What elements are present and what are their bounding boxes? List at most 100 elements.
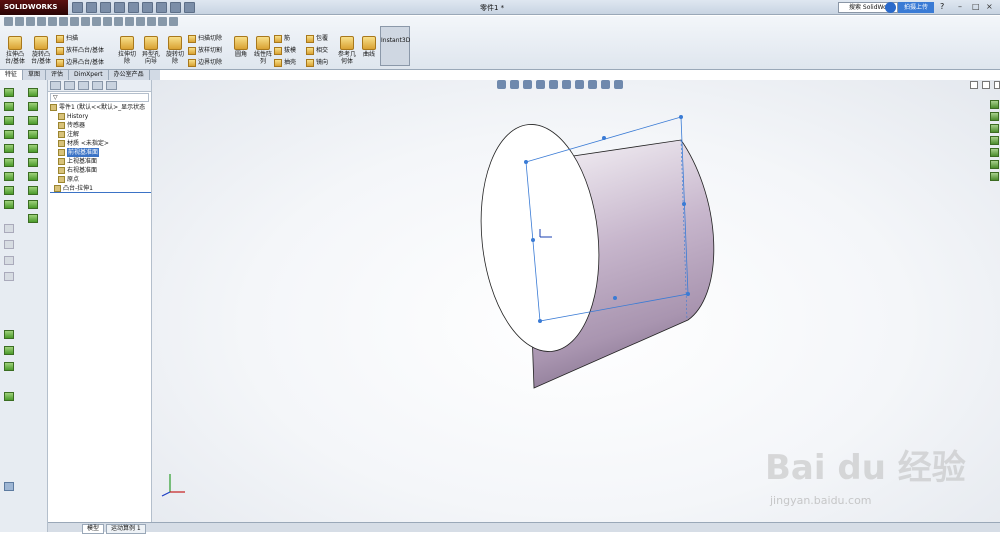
toolbar-icon[interactable] <box>26 17 35 26</box>
propertymanager-tab-icon[interactable] <box>64 81 75 90</box>
select-icon[interactable] <box>142 2 153 13</box>
tree-item-material[interactable]: 材质 <未指定> <box>50 139 151 148</box>
tool-icon[interactable] <box>4 240 14 249</box>
tab-model[interactable]: 模型 <box>82 524 105 534</box>
revolve-boss-button[interactable]: 旋转凸台/基体 <box>30 36 52 65</box>
tool-icon[interactable] <box>28 130 38 139</box>
tool-icon[interactable] <box>4 116 14 125</box>
toolbar-icon[interactable] <box>4 17 13 26</box>
hole-wizard-button[interactable]: 异型孔向导 <box>140 36 162 65</box>
tool-icon[interactable] <box>28 172 38 181</box>
intersect-button[interactable]: 相交 <box>306 46 328 55</box>
boundary-cut-button[interactable]: 边界切除 <box>188 58 222 67</box>
tool-icon[interactable] <box>4 186 14 195</box>
tool-icon[interactable] <box>28 158 38 167</box>
plane-handle[interactable] <box>524 160 528 164</box>
plane-handle[interactable] <box>682 202 686 206</box>
toolbar-icon[interactable] <box>81 17 90 26</box>
tool-icon[interactable] <box>4 144 14 153</box>
tab-motion-study[interactable]: 运动算例 1 <box>106 524 146 534</box>
tool-icon[interactable] <box>4 200 14 209</box>
file-explorer-icon[interactable] <box>990 124 999 133</box>
tree-item-front-plane[interactable]: 前视基准面 <box>50 148 151 157</box>
revolve-cut-button[interactable]: 旋转切除 <box>164 36 186 65</box>
tool-icon[interactable] <box>28 200 38 209</box>
plane-handle[interactable] <box>686 292 690 296</box>
display-tab-icon[interactable] <box>106 81 117 90</box>
open-icon[interactable] <box>86 2 97 13</box>
curves-button[interactable]: 曲线 <box>358 36 380 58</box>
toolbar-icon[interactable] <box>158 17 167 26</box>
fillet-button[interactable]: 圆角 <box>230 36 252 58</box>
tree-filter[interactable]: ▽ <box>50 93 149 102</box>
plane-handle[interactable] <box>531 238 535 242</box>
toolbar-icon[interactable] <box>136 17 145 26</box>
tool-icon[interactable] <box>4 482 14 491</box>
solidworks-logo[interactable]: SOLIDWORKS <box>0 0 68 15</box>
tool-icon[interactable] <box>28 144 38 153</box>
search-results-icon[interactable] <box>990 136 999 145</box>
tool-icon[interactable] <box>4 224 14 233</box>
tool-icon[interactable] <box>28 116 38 125</box>
options-icon[interactable] <box>184 2 195 13</box>
tree-item-origin[interactable]: 原点 <box>50 175 151 184</box>
configurationmanager-tab-icon[interactable] <box>78 81 89 90</box>
toolbar-icon[interactable] <box>15 17 24 26</box>
tool-icon[interactable] <box>28 186 38 195</box>
graphics-area[interactable]: Bai du 经验 jingyan.baidu.com <box>152 80 1000 522</box>
design-library-icon[interactable] <box>990 112 999 121</box>
tree-root[interactable]: 零件1 (默认<<默认>_显示状态 <box>50 103 151 112</box>
tool-icon[interactable] <box>4 272 14 281</box>
tab-office-products[interactable]: 办公室产品 <box>109 70 150 80</box>
tree-item-top-plane[interactable]: 上视基准面 <box>50 157 151 166</box>
minimize-icon[interactable]: – <box>958 2 962 11</box>
wrap-button[interactable]: 包覆 <box>306 34 328 43</box>
custom-properties-icon[interactable] <box>990 172 999 181</box>
plane-handle[interactable] <box>538 319 542 323</box>
tool-icon[interactable] <box>4 392 14 401</box>
tool-icon[interactable] <box>28 214 38 223</box>
search-icon[interactable] <box>885 2 896 13</box>
toolbar-icon[interactable] <box>147 17 156 26</box>
toolbar-icon[interactable] <box>169 17 178 26</box>
tree-item-right-plane[interactable]: 右视基准面 <box>50 166 151 175</box>
tab-evaluate[interactable]: 评估 <box>46 70 70 80</box>
swept-cut-button[interactable]: 扫描切除 <box>188 34 222 43</box>
toolbar-icon[interactable] <box>125 17 134 26</box>
tool-icon[interactable] <box>28 88 38 97</box>
rebuild-icon[interactable] <box>156 2 167 13</box>
tool-icon[interactable] <box>4 330 14 339</box>
tool-icon[interactable] <box>4 256 14 265</box>
print-icon[interactable] <box>114 2 125 13</box>
featuremanager-tab-icon[interactable] <box>50 81 61 90</box>
shell-button[interactable]: 抽壳 <box>274 58 296 67</box>
loft-button[interactable]: 放样凸台/基体 <box>56 46 104 55</box>
resources-icon[interactable] <box>990 100 999 109</box>
tool-icon[interactable] <box>28 102 38 111</box>
toolbar-icon[interactable] <box>114 17 123 26</box>
toolbar-icon[interactable] <box>48 17 57 26</box>
toolbar-icon[interactable] <box>103 17 112 26</box>
lofted-cut-button[interactable]: 放样切割 <box>188 46 222 55</box>
tool-icon[interactable] <box>4 102 14 111</box>
toolbar-icon[interactable] <box>59 17 68 26</box>
tab-dimxpert[interactable]: DimXpert <box>69 70 109 80</box>
undo-icon[interactable] <box>128 2 139 13</box>
boundary-button[interactable]: 边界凸台/基体 <box>56 58 104 67</box>
plane-handle[interactable] <box>602 136 606 140</box>
mirror-button[interactable]: 镜向 <box>306 58 328 67</box>
extrude-boss-button[interactable]: 拉伸凸台/基体 <box>4 36 26 65</box>
rib-button[interactable]: 筋 <box>274 34 290 43</box>
tool-icon[interactable] <box>4 158 14 167</box>
plane-handle[interactable] <box>679 115 683 119</box>
tool-icon[interactable] <box>4 346 14 355</box>
tab-sketch[interactable]: 草图 <box>23 70 47 80</box>
tab-features[interactable]: 特征 <box>0 70 24 80</box>
file-properties-icon[interactable] <box>170 2 181 13</box>
close-icon[interactable]: × <box>986 2 993 11</box>
view-palette-icon[interactable] <box>990 148 999 157</box>
reference-geometry-button[interactable]: 参考几何体 <box>336 36 358 65</box>
toolbar-icon[interactable] <box>70 17 79 26</box>
help-icon[interactable]: ? <box>940 2 944 11</box>
tool-icon[interactable] <box>4 172 14 181</box>
